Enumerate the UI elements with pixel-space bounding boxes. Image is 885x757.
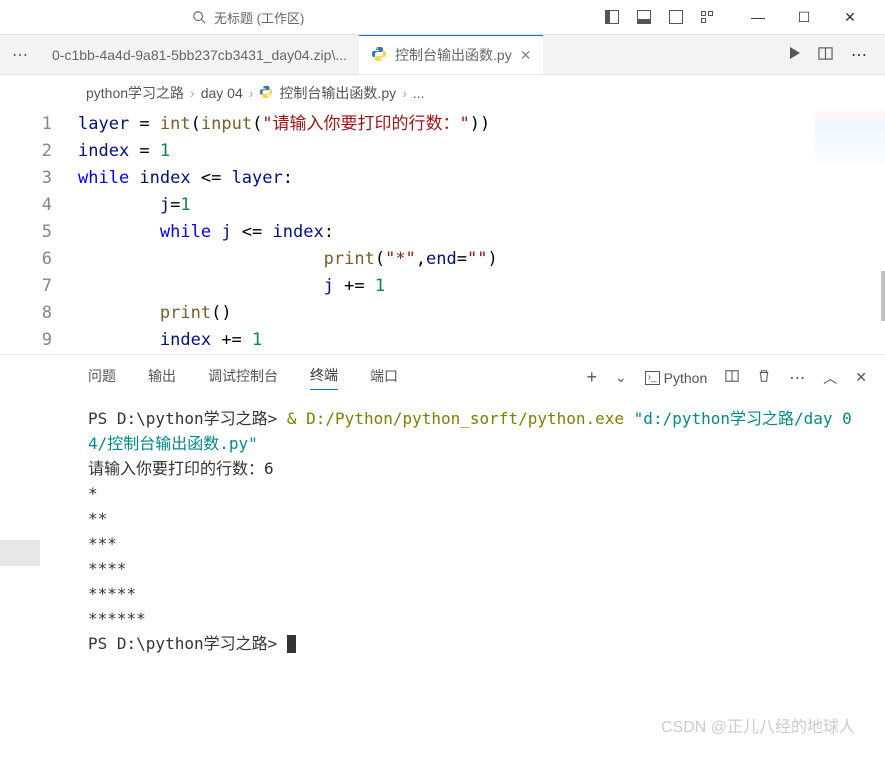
panel-tab[interactable]: 调试控制台 bbox=[208, 366, 278, 390]
more-menu-icon[interactable]: ⋯ bbox=[0, 45, 40, 65]
kill-terminal-icon[interactable] bbox=[757, 369, 771, 386]
code-content[interactable]: layer = int(input("请输入你要打印的行数："))index =… bbox=[78, 111, 885, 354]
editor-tab-row: ⋯ 0-c1bb-4a4d-9a81-5bb237cb3431_day04.zi… bbox=[0, 35, 885, 75]
panel-actions: + ⌄ ›_ Python ⋯ ︿ ✕ bbox=[587, 367, 867, 388]
split-terminal-icon[interactable] bbox=[725, 369, 739, 386]
breadcrumb-item[interactable]: day 04 bbox=[201, 85, 243, 101]
tab-label: 控制台输出函数.py bbox=[395, 45, 512, 65]
breadcrumb[interactable]: python学习之路› day 04› 控制台输出函数.py› ... bbox=[0, 75, 885, 111]
run-icon[interactable] bbox=[790, 47, 800, 62]
search-icon bbox=[192, 10, 206, 24]
minimap[interactable] bbox=[815, 111, 885, 171]
terminal-content[interactable]: PS D:\python学习之路> & D:/Python/python_sor… bbox=[0, 396, 885, 666]
maximize-panel-icon[interactable]: ︿ bbox=[823, 368, 837, 388]
panel-tab[interactable]: 终端 bbox=[310, 365, 338, 390]
launch-profile-button[interactable]: ›_ Python bbox=[645, 370, 708, 386]
command-center-search[interactable]: 无标题 (工作区) bbox=[180, 5, 460, 30]
more-panel-actions-icon[interactable]: ⋯ bbox=[789, 368, 805, 388]
python-file-icon bbox=[371, 46, 387, 65]
bottom-panel: 问题 输出 调试控制台 终端 端口 + ⌄ ›_ Python ⋯ ︿ ✕ PS D:\… bbox=[0, 354, 885, 666]
toggle-sidebar-icon[interactable] bbox=[605, 10, 619, 24]
split-editor-icon[interactable] bbox=[818, 46, 833, 64]
close-button[interactable]: ✕ bbox=[827, 0, 873, 35]
tab-active[interactable]: 控制台输出函数.py ✕ bbox=[359, 35, 543, 74]
python-file-icon bbox=[259, 85, 273, 102]
tab-inactive[interactable]: 0-c1bb-4a4d-9a81-5bb237cb3431_day04.zip\… bbox=[40, 35, 359, 74]
activity-marker bbox=[0, 540, 40, 566]
launch-profile-label: Python bbox=[664, 370, 708, 386]
launch-profile-icon: ›_ bbox=[645, 371, 660, 385]
more-actions-icon[interactable]: ⋯ bbox=[851, 45, 867, 65]
breadcrumb-item[interactable]: ... bbox=[413, 85, 425, 101]
search-placeholder: 无标题 (工作区) bbox=[214, 8, 304, 27]
layout-controls: — ☐ ✕ bbox=[605, 0, 885, 35]
close-panel-icon[interactable]: ✕ bbox=[855, 369, 867, 386]
title-bar: 无标题 (工作区) — ☐ ✕ bbox=[0, 0, 885, 35]
panel-tab[interactable]: 端口 bbox=[370, 366, 398, 390]
toggle-secondary-sidebar-icon[interactable] bbox=[669, 10, 683, 24]
close-tab-icon[interactable]: ✕ bbox=[520, 47, 532, 64]
panel-tab[interactable]: 输出 bbox=[148, 366, 176, 390]
toggle-panel-icon[interactable] bbox=[637, 10, 651, 24]
tab-label: 0-c1bb-4a4d-9a81-5bb237cb3431_day04.zip\… bbox=[52, 47, 347, 63]
breadcrumb-item[interactable]: 控制台输出函数.py bbox=[279, 83, 396, 103]
window-controls: — ☐ ✕ bbox=[735, 0, 873, 35]
editor-actions: ⋯ bbox=[790, 45, 885, 65]
maximize-button[interactable]: ☐ bbox=[781, 0, 827, 35]
customize-layout-icon[interactable] bbox=[701, 11, 717, 23]
line-gutter: 123456789 bbox=[0, 111, 78, 354]
minimize-button[interactable]: — bbox=[735, 0, 781, 35]
breadcrumb-item[interactable]: python学习之路 bbox=[86, 83, 184, 103]
code-editor[interactable]: 123456789 layer = int(input("请输入你要打印的行数：… bbox=[0, 111, 885, 354]
terminal-dropdown-icon[interactable]: ⌄ bbox=[615, 369, 627, 386]
panel-tab[interactable]: 问题 bbox=[88, 366, 116, 390]
scrollbar-thumb[interactable] bbox=[881, 271, 885, 321]
panel-tab-bar: 问题 输出 调试控制台 终端 端口 + ⌄ ›_ Python ⋯ ︿ ✕ bbox=[0, 355, 885, 396]
new-terminal-icon[interactable]: + bbox=[587, 367, 598, 388]
watermark: CSDN @正儿八经的地球人 bbox=[661, 713, 855, 737]
